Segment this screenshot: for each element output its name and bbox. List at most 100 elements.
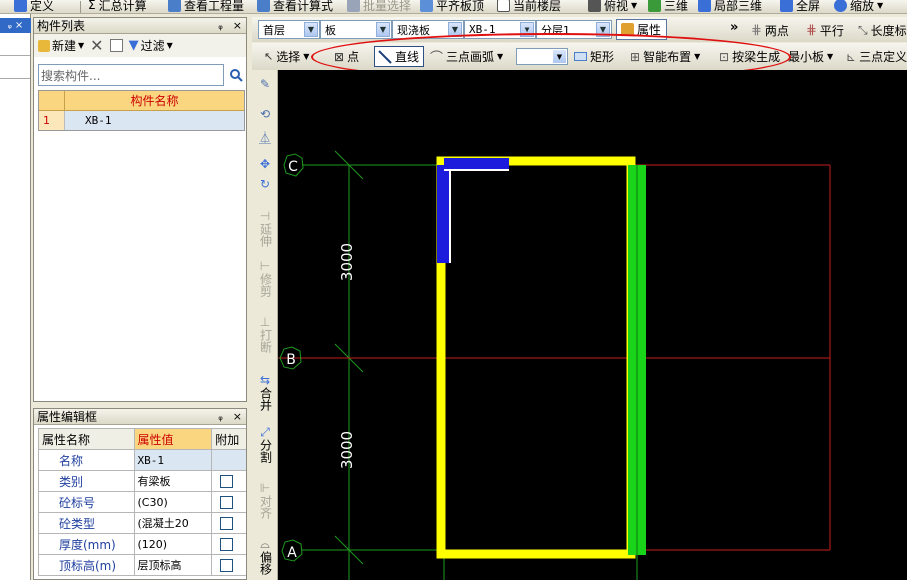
extend-tool[interactable]: ⊣ 延伸 [255, 210, 275, 248]
current-floor-icon [497, 0, 510, 12]
top-view-button[interactable]: 俯视 ▼ [588, 0, 637, 13]
select-button[interactable]: ↖ 选择 ▼ [264, 48, 309, 65]
flush-top-button[interactable]: 平齐板顶 [420, 0, 484, 13]
move-tool[interactable]: ✥ [255, 158, 275, 171]
attribute-icon [621, 23, 634, 36]
chevron-down-icon: ▼ [827, 52, 834, 61]
three-point-arc-button[interactable]: ⌒ 三点画弧 ▼ [430, 48, 503, 66]
merge-icon: ⇆ [259, 373, 271, 387]
append-checkbox[interactable] [220, 538, 234, 551]
align-tool[interactable]: ⊩ 对齐 [255, 482, 275, 520]
property-row[interactable]: 砼标号 (C30) [38, 491, 246, 513]
close-icon[interactable]: × [15, 20, 23, 31]
new-component-button[interactable]: 新建 ▼ [38, 37, 84, 54]
property-edit-panel: 属性编辑框 ᵩ × 属性名称 属性值 附加 名称 XB-1 类别 有梁板 砼标号… [33, 408, 247, 580]
pen-tool[interactable]: ✎ [255, 78, 275, 91]
mirror-tool[interactable]: ⏅ [255, 132, 275, 145]
three-point-define-button[interactable]: ⊾ 三点定义 [846, 48, 907, 65]
property-row[interactable]: 顶标高(m) 层顶标高 [38, 554, 246, 576]
pin-icon[interactable]: ᵩ [218, 19, 223, 32]
sum-icon: Σ [88, 0, 96, 12]
component-select[interactable]: XB-1 ▼ [464, 20, 536, 39]
property-row[interactable]: 名称 XB-1 [38, 449, 246, 471]
property-row[interactable]: 砼类型 (混凝土20 [38, 512, 246, 534]
fullscreen-button[interactable]: 全屏 [780, 0, 820, 13]
zoom-button[interactable]: 缩放 ▼ [834, 0, 883, 13]
draw-toolbar: ↖ 选择 ▼ ⊠ 点 直线 ⌒ 三点画弧 ▼ ▼ 矩形 ⊞ 智能布置 ▼ ⊡ 按… [252, 43, 907, 70]
table-row[interactable]: 1 XB-1 [39, 111, 244, 130]
rotate-tool[interactable]: ↻ [255, 178, 275, 191]
arc-param-select[interactable]: ▼ [516, 48, 568, 65]
left-dock-item[interactable] [0, 55, 30, 79]
append-checkbox[interactable] [220, 475, 234, 488]
component-list-panel: 构件列表 ᵩ × 新建 ▼ ✕ ▼ 过滤 ▼ 搜索构件... 构件名称 1 XB… [33, 17, 247, 402]
left-dock-header: ᵩ × [0, 18, 31, 33]
type-select[interactable]: 板 ▼ [320, 20, 392, 39]
component-search-input[interactable]: 搜索构件... [38, 64, 224, 86]
local-3d-button[interactable]: 局部三维 [698, 0, 762, 13]
more-tools-chevron[interactable]: » [730, 20, 738, 35]
parallel-button[interactable]: ⋕ 平行 [806, 22, 844, 38]
drawing-canvas[interactable]: C B A 3000 3000 [278, 70, 907, 580]
property-header-row: 属性名称 属性值 附加 [38, 428, 246, 450]
append-checkbox[interactable] [220, 517, 234, 530]
mirror-copy-tool[interactable]: ⟲ [255, 108, 275, 121]
batch-select-button[interactable]: 批量选择 [347, 0, 411, 13]
trim-tool[interactable]: ⊢ 修剪 [255, 260, 275, 298]
generate-by-beam-button[interactable]: ⊡ 按梁生成 [719, 48, 780, 65]
chevron-down-icon: ▼ [304, 22, 318, 37]
break-tool[interactable]: ⊥ 打断 [255, 316, 275, 354]
dimension-text-bottom: 3000 [338, 431, 356, 469]
vertical-edit-toolbar: ✎ ⟲ ⏅ ✥ ↻ ⊣ 延伸 ⊢ 修剪 ⊥ 打断 ⇆ 合并 ⤢ 分割 ⊩ 对齐 … [252, 70, 278, 580]
attribute-button[interactable]: 属性 [616, 19, 667, 40]
define-button[interactable]: 定义 [14, 0, 54, 13]
row-index: 1 [39, 111, 65, 130]
3d-button[interactable]: 三维 [648, 0, 688, 13]
fullscreen-icon [780, 0, 793, 12]
axis-label-b: B [286, 352, 296, 368]
point-button[interactable]: ⊠ 点 [334, 48, 359, 65]
rotate-icon: ↻ [259, 177, 271, 191]
property-row[interactable]: 厚度(mm) (120) [38, 533, 246, 555]
view-formula-button[interactable]: 查看计算式 [257, 0, 333, 13]
min-board-select[interactable]: 最小板 ▼ [788, 48, 833, 65]
line-button[interactable]: 直线 [374, 46, 424, 67]
close-icon[interactable]: × [233, 19, 242, 32]
smart-layout-icon: ⊞ [630, 49, 641, 64]
floor-select[interactable]: 首层 ▼ [258, 20, 320, 39]
split-tool[interactable]: ⤢ 分割 [255, 426, 275, 464]
flush-top-icon [420, 0, 433, 12]
chevron-down-icon: ▼ [631, 0, 638, 10]
two-point-button[interactable]: ⋕ 两点 [751, 22, 789, 38]
layer-select[interactable]: 分层1 ▼ [536, 20, 612, 39]
pin-icon[interactable]: ᵩ [8, 20, 12, 31]
offset-tool[interactable]: ⌓ 偏移 [255, 538, 275, 576]
property-table: 属性名称 属性值 附加 名称 XB-1 类别 有梁板 砼标号 (C30) 砼类型… [38, 428, 246, 576]
filter-icon: ▼ [128, 38, 139, 53]
view-quantity-button[interactable]: 查看工程量 [168, 0, 244, 13]
new-icon [38, 39, 50, 52]
search-button[interactable] [226, 64, 246, 86]
append-checkbox[interactable] [220, 496, 234, 509]
append-checkbox[interactable] [220, 559, 234, 572]
arc-icon: ⌒ [430, 51, 444, 66]
close-icon[interactable]: × [233, 410, 242, 423]
pin-icon[interactable]: ᵩ [218, 410, 223, 423]
copy-icon[interactable] [109, 39, 123, 52]
current-floor-button[interactable]: 当前楼层 [497, 0, 561, 13]
filter-button[interactable]: ▼ 过滤 ▼ [129, 37, 173, 54]
subtype-select[interactable]: 现浇板 ▼ [392, 20, 464, 39]
length-dim-button[interactable]: ⤡ 长度标 [858, 22, 907, 38]
chevron-down-icon: ▼ [553, 50, 566, 63]
length-icon: ⤡ [858, 22, 868, 37]
merge-tool[interactable]: ⇆ 合并 [255, 373, 275, 412]
delete-icon[interactable]: ✕ [90, 36, 103, 55]
parallel-icon: ⋕ [806, 22, 817, 38]
smart-layout-button[interactable]: ⊞ 智能布置 ▼ [630, 48, 700, 65]
sum-calc-button[interactable]: Σ 汇总计算 [88, 0, 147, 13]
cursor-icon: ↖ [264, 50, 274, 63]
property-row[interactable]: 类别 有梁板 [38, 470, 246, 492]
component-name-cell: XB-1 [85, 114, 112, 127]
rectangle-button[interactable]: 矩形 [574, 48, 614, 65]
component-panel-title: 构件列表 ᵩ × [34, 18, 246, 34]
